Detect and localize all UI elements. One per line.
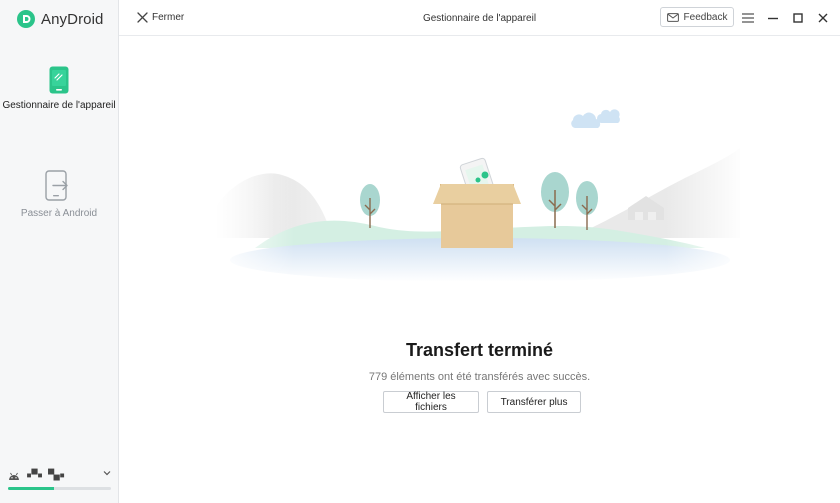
main-content: Transfert terminé 779 éléments ont été t… (119, 36, 840, 503)
app-window: AnyDroid Gestionnaire de l'appareil Pass… (0, 0, 840, 503)
sidebar-item-label: Gestionnaire de l'appareil (2, 100, 116, 111)
app-name: AnyDroid (41, 10, 104, 28)
title-bar: Fermer Gestionnaire de l'appareil Feedba… (119, 0, 840, 36)
anydroid-logo-icon (17, 10, 35, 28)
minimize-icon[interactable] (766, 11, 780, 25)
sidebar-item-switch-to-android[interactable]: Passer à Android (0, 170, 118, 230)
window-close-icon[interactable] (816, 11, 830, 25)
brand: AnyDroid (17, 9, 104, 29)
android-icon (9, 472, 19, 480)
storage-bar-fill (8, 487, 55, 490)
maximize-icon[interactable] (791, 11, 805, 25)
menu-icon[interactable] (741, 11, 755, 25)
close-label: Fermer (152, 12, 185, 23)
device-name: ▪▀▪ ▀▄▪ (26, 469, 65, 481)
phone-icon (49, 66, 69, 94)
feedback-label: Feedback (683, 11, 728, 23)
storage-bar (8, 487, 111, 490)
transfer-more-button[interactable]: Transférer plus (487, 391, 581, 413)
mail-icon (666, 12, 679, 22)
transfer-complete-illustration (215, 98, 745, 298)
result-description: 779 éléments ont été transférés avec suc… (368, 371, 591, 383)
sidebar-item-device-manager[interactable]: Gestionnaire de l'appareil (0, 66, 118, 132)
show-files-button[interactable]: Afficher les fichiers (383, 391, 479, 413)
feedback-button[interactable]: Feedback (660, 7, 734, 27)
chevron-down-icon[interactable] (102, 468, 112, 478)
result-title: Transfert terminé (405, 340, 554, 360)
close-button[interactable]: Fermer (137, 12, 184, 23)
sidebar-item-label: Passer à Android (20, 208, 98, 219)
close-icon (137, 12, 148, 23)
phone-transfer-icon (45, 170, 68, 201)
sidebar: AnyDroid Gestionnaire de l'appareil Pass… (0, 0, 119, 503)
device-selector[interactable]: ▪▀▪ ▀▄▪ (8, 468, 112, 490)
